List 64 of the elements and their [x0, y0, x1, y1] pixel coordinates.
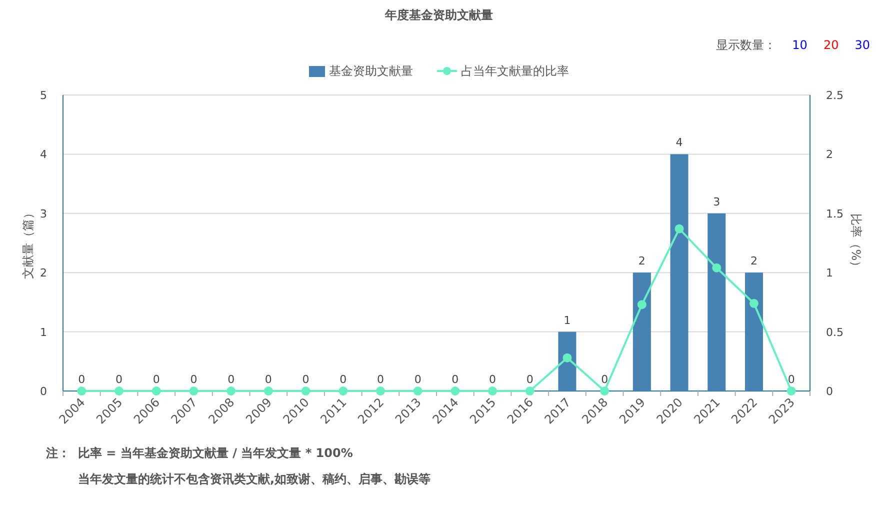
note-text: 比率 = 当年基金资助文献量 / 当年发文量 * 100%: [78, 445, 354, 462]
count-option[interactable]: 10: [792, 36, 808, 54]
value-label: 0: [190, 373, 198, 386]
tick-label: 0: [826, 385, 833, 398]
value-label: 0: [78, 373, 86, 386]
note-label: 注：: [46, 445, 70, 462]
data-point: [189, 386, 198, 396]
tick-label: 0: [40, 385, 47, 398]
value-label: 0: [116, 373, 123, 386]
axis-title: 比率（%）: [849, 213, 863, 273]
data-point: [226, 386, 236, 396]
data-point: [338, 386, 348, 396]
tick-label: 2: [40, 266, 47, 280]
tick-label: 1: [40, 326, 47, 339]
data-point: [114, 386, 124, 396]
value-label: 0: [376, 373, 384, 386]
data-point: [264, 386, 273, 396]
data-point: [674, 224, 684, 234]
value-label: 0: [489, 373, 496, 386]
tick-label: 1: [826, 266, 833, 280]
value-label: 4: [676, 136, 683, 150]
tick-label: 2: [826, 148, 833, 162]
value-label: 1: [564, 314, 571, 327]
data-point: [376, 386, 385, 396]
tick-label: 5: [40, 89, 47, 102]
data-point: [712, 263, 722, 272]
count-option[interactable]: 30: [854, 36, 870, 54]
count-option[interactable]: 20: [823, 36, 839, 54]
data-point: [152, 386, 161, 396]
tick-label: 0.5: [826, 326, 844, 339]
tick-label: 4: [40, 148, 47, 162]
value-label: 0: [264, 373, 272, 386]
data-point: [637, 300, 646, 310]
value-label: 0: [302, 373, 310, 386]
value-label: 0: [601, 373, 608, 386]
display-count-label: 显示数量：: [716, 37, 776, 54]
legend-label[interactable]: 占当年文献量的比率: [461, 62, 569, 80]
legend-label[interactable]: 基金资助文献量: [329, 62, 413, 80]
data-point: [301, 386, 310, 396]
data-point: [525, 386, 534, 396]
value-label: 0: [414, 373, 422, 386]
value-label: 3: [713, 195, 720, 208]
value-label: 2: [638, 254, 646, 268]
value-label: 0: [452, 373, 459, 386]
data-point: [77, 386, 86, 396]
axis-title: 文献量（篇）: [21, 207, 35, 279]
data-point: [488, 386, 498, 396]
chart-title: 年度基金资助文献量: [384, 7, 494, 22]
note-text: 当年发文量的统计不包含资讯类文献,如致谢、稿约、启事、勘误等: [78, 471, 431, 488]
data-point: [562, 353, 572, 362]
value-label: 0: [228, 373, 235, 386]
tick-label: 3: [40, 207, 47, 220]
data-point: [413, 386, 422, 396]
value-label: 0: [152, 373, 160, 386]
data-point: [450, 386, 460, 396]
tick-label: 1.5: [826, 207, 844, 220]
value-label: 2: [750, 254, 758, 268]
value-label: 0: [788, 373, 795, 386]
data-point: [749, 298, 758, 308]
value-label: 0: [526, 373, 534, 386]
tick-label: 2.5: [826, 89, 844, 102]
data-point: [786, 386, 796, 396]
data-point: [600, 386, 610, 396]
value-label: 0: [340, 373, 347, 386]
